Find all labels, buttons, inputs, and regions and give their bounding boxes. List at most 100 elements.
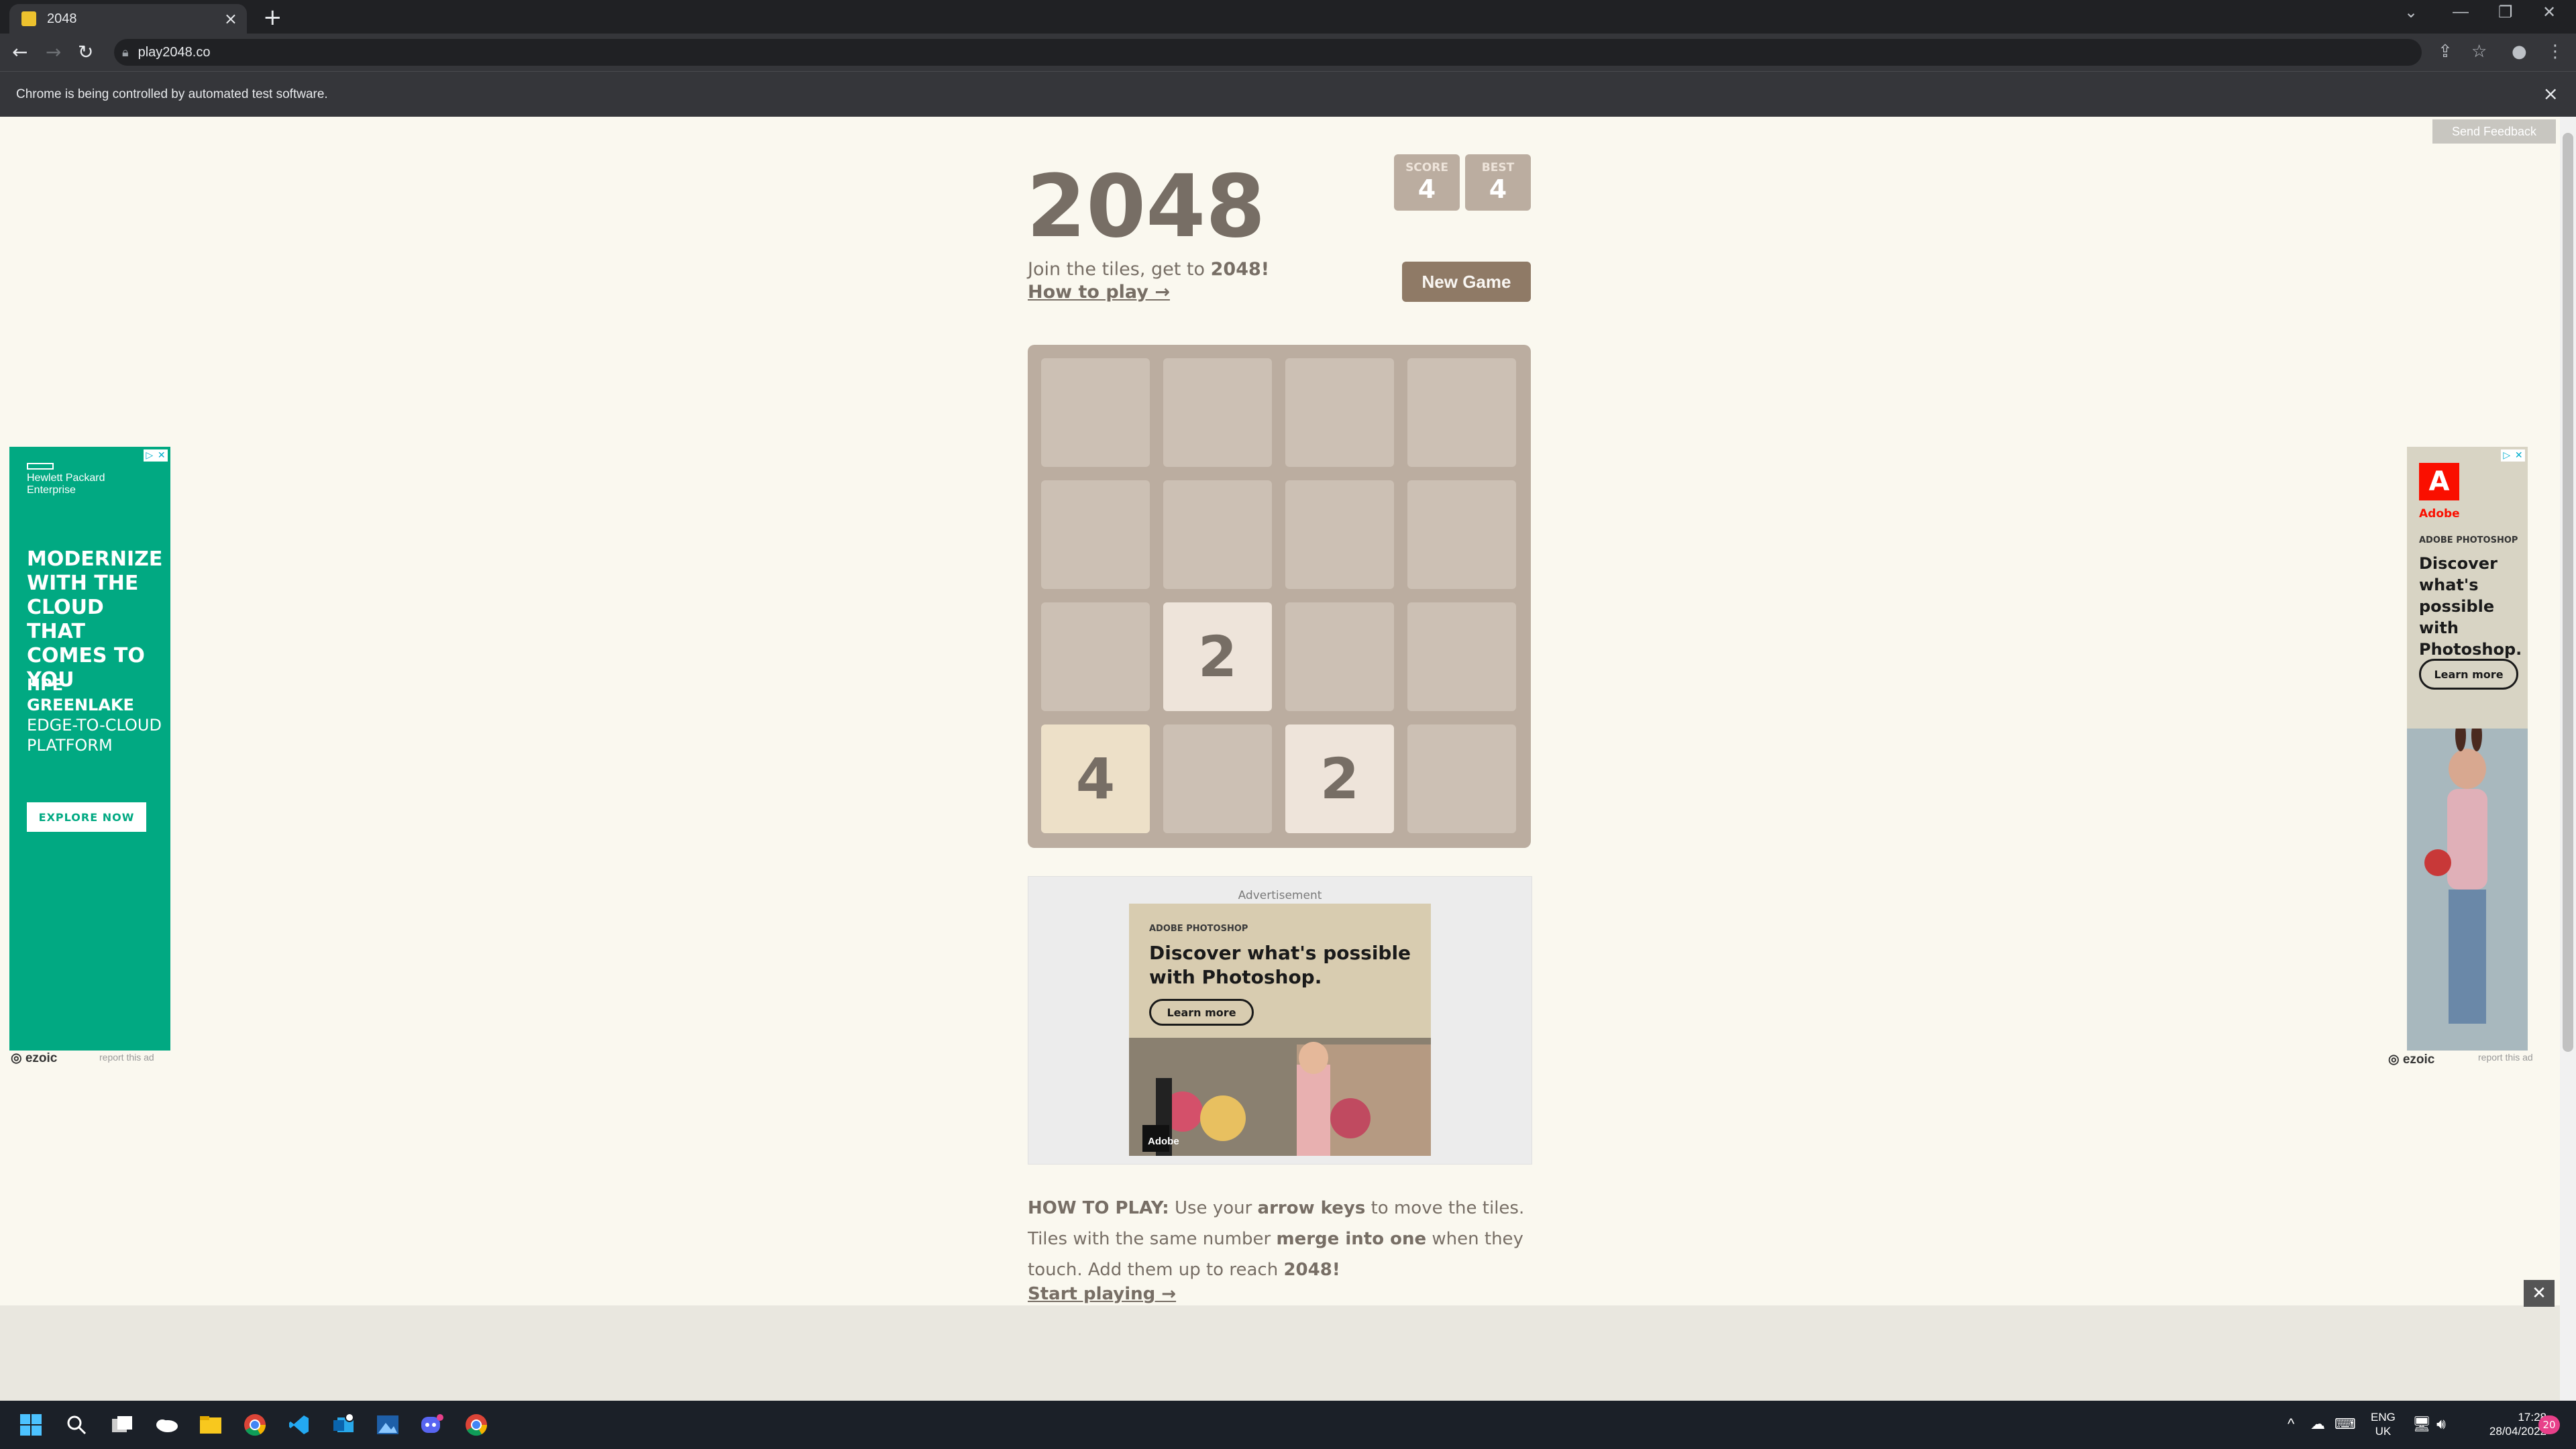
- right-ad-brand: ADOBE PHOTOSHOP: [2419, 535, 2518, 545]
- restore-window-button[interactable]: ❐: [2498, 3, 2513, 22]
- tab-title: 2048: [47, 11, 77, 26]
- system-clock[interactable]: 17:28 28/04/2022: [2479, 1410, 2546, 1438]
- empty-cell: [1407, 602, 1516, 711]
- volume-icon[interactable]: 🔊︎: [2436, 1415, 2446, 1433]
- reload-button[interactable]: ↻: [78, 40, 93, 64]
- language-indicator[interactable]: ENG UK: [2371, 1410, 2396, 1438]
- close-anchor-ad-button[interactable]: ✕: [2524, 1280, 2555, 1307]
- file-explorer-icon[interactable]: [199, 1413, 223, 1437]
- onedrive-icon[interactable]: [154, 1413, 178, 1437]
- notification-badge[interactable]: 20: [2538, 1415, 2560, 1434]
- profile-icon[interactable]: ●: [2512, 42, 2527, 62]
- report-ad-left[interactable]: report this ad: [99, 1052, 154, 1063]
- menu-dots-icon[interactable]: ⋮: [2546, 42, 2564, 62]
- tray-app-icon[interactable]: ☁: [2310, 1415, 2325, 1433]
- page-content: Send Feedback 2048 SCORE 4 BEST 4 Join t…: [0, 117, 2576, 1401]
- browser-title-bar: 2048 × + ⌄ — ❐ ✕: [0, 0, 2576, 34]
- share-icon[interactable]: ⇪: [2438, 42, 2453, 62]
- game-board[interactable]: 242: [1028, 345, 1531, 848]
- score-box: SCORE 4: [1394, 154, 1460, 211]
- lock-icon[interactable]: 🔒︎: [122, 46, 129, 60]
- empty-cell: [1041, 358, 1150, 467]
- adobe-logo-icon: A: [2419, 463, 2459, 500]
- center-advertisement: Advertisement ADOBE PHOTOSHOP Discover w…: [1028, 876, 1532, 1165]
- chrome-icon[interactable]: [243, 1413, 267, 1437]
- game-intro: Join the tiles, get to 2048!: [1028, 259, 1269, 280]
- adchoices-icon-right[interactable]: ▷ ✕: [2501, 449, 2525, 462]
- tile-2: 2: [1163, 602, 1272, 711]
- forward-button[interactable]: →: [46, 40, 61, 64]
- task-view-icon[interactable]: [110, 1413, 134, 1437]
- hpe-subheadline: HPE GREENLAKE EDGE-TO-CLOUD PLATFORM: [27, 676, 162, 755]
- adchoices-icon[interactable]: ▷ ✕: [144, 449, 168, 462]
- discord-icon[interactable]: [420, 1413, 444, 1437]
- new-tab-button[interactable]: +: [263, 4, 282, 31]
- outlook-icon[interactable]: [331, 1413, 356, 1437]
- tile-2: 2: [1285, 724, 1394, 833]
- tray-overflow-icon[interactable]: ^: [2288, 1415, 2294, 1433]
- address-bar[interactable]: 🔒︎ play2048.co: [114, 39, 2422, 66]
- info-bar-message: Chrome is being controlled by automated …: [16, 87, 328, 101]
- empty-cell: [1041, 602, 1150, 711]
- ezoic-logo-left[interactable]: ◎ ezoic: [11, 1051, 57, 1066]
- tile-4: 4: [1041, 724, 1150, 833]
- new-game-button[interactable]: New Game: [1402, 262, 1531, 302]
- page-scrollbar[interactable]: [2560, 117, 2576, 1401]
- empty-cell: [1285, 480, 1394, 589]
- game-title: 2048: [1026, 157, 1266, 257]
- intro-text: Join the tiles, get to: [1028, 259, 1211, 280]
- ad-logo-text: Adobe: [1148, 1136, 1179, 1147]
- scrollbar-thumb[interactable]: [2563, 133, 2573, 1052]
- right-ad-headline: Discover what's possible with Photoshop.: [2419, 554, 2522, 659]
- score-value: 4: [1417, 174, 1436, 204]
- search-icon[interactable]: [64, 1413, 89, 1437]
- ad-learn-more-button[interactable]: Learn more: [1149, 999, 1254, 1026]
- empty-cell: [1163, 724, 1272, 833]
- automation-info-bar: Chrome is being controlled by automated …: [0, 71, 2576, 117]
- minimize-window-button[interactable]: —: [2453, 3, 2469, 21]
- chrome-dev-icon[interactable]: [464, 1413, 488, 1437]
- empty-cell: [1407, 724, 1516, 833]
- empty-cell: [1407, 480, 1516, 589]
- url-text: play2048.co: [138, 44, 211, 60]
- vscode-icon[interactable]: [287, 1413, 311, 1437]
- empty-cell: [1163, 358, 1272, 467]
- photos-icon[interactable]: [376, 1413, 400, 1437]
- hpe-headline: MODERNIZE WITH THE CLOUD THAT COMES TO Y…: [27, 547, 163, 692]
- adobe-name: Adobe: [2419, 507, 2460, 521]
- empty-cell: [1285, 358, 1394, 467]
- browser-tab[interactable]: 2048 ×: [9, 4, 247, 34]
- right-ad-learn-more-button[interactable]: Learn more: [2419, 659, 2518, 690]
- windows-taskbar: ^ ☁ ⌨ ENG UK 🖥︎ 🔊︎ 17:28 28/04/2022 20: [0, 1401, 2576, 1449]
- tab-search-icon[interactable]: ⌄: [2404, 3, 2418, 22]
- bookmark-star-icon[interactable]: ☆: [2471, 42, 2487, 62]
- ezoic-logo-right[interactable]: ◎ ezoic: [2388, 1052, 2434, 1067]
- browser-toolbar: ← → ↻ 🔒︎ play2048.co ⇪ ☆ ● ⋮: [0, 34, 2576, 71]
- ad-image: Adobe: [1129, 1038, 1431, 1156]
- how-to-play-link[interactable]: How to play →: [1028, 282, 1170, 303]
- right-photoshop-ad[interactable]: ▷ ✕ A Adobe ADOBE PHOTOSHOP Discover what…: [2407, 447, 2528, 1051]
- tab-close-icon[interactable]: ×: [224, 9, 237, 28]
- left-hpe-ad[interactable]: ▷ ✕ Hewlett Packard Enterprise MODERNIZE W…: [9, 447, 170, 1051]
- windows-start-icon[interactable]: [19, 1413, 43, 1437]
- info-bar-close-icon[interactable]: ×: [2543, 83, 2559, 105]
- network-icon[interactable]: 🖥︎: [2412, 1415, 2431, 1433]
- intro-goal: 2048!: [1210, 259, 1270, 280]
- send-feedback-button[interactable]: Send Feedback: [2432, 119, 2556, 144]
- best-label: BEST: [1481, 161, 1515, 174]
- close-window-button[interactable]: ✕: [2542, 3, 2556, 22]
- report-ad-right[interactable]: report this ad: [2478, 1052, 2533, 1063]
- photoshop-ad[interactable]: ADOBE PHOTOSHOP Discover what's possible…: [1129, 904, 1431, 1156]
- right-ad-image: [2407, 719, 2528, 1051]
- score-label: SCORE: [1405, 161, 1448, 174]
- empty-cell: [1163, 480, 1272, 589]
- keyboard-icon[interactable]: ⌨: [2334, 1415, 2356, 1433]
- ad-headline: Discover what's possible with Photoshop.: [1149, 942, 1411, 988]
- hpe-explore-button[interactable]: EXPLORE NOW: [27, 802, 146, 832]
- best-value: 4: [1489, 174, 1507, 204]
- back-button[interactable]: ←: [12, 40, 28, 64]
- empty-cell: [1041, 480, 1150, 589]
- start-playing-link[interactable]: Start playing →: [1028, 1284, 1176, 1304]
- how-to-play-text: HOW TO PLAY: Use your arrow keys to move…: [1028, 1198, 1525, 1280]
- ad-brand: ADOBE PHOTOSHOP: [1149, 924, 1248, 934]
